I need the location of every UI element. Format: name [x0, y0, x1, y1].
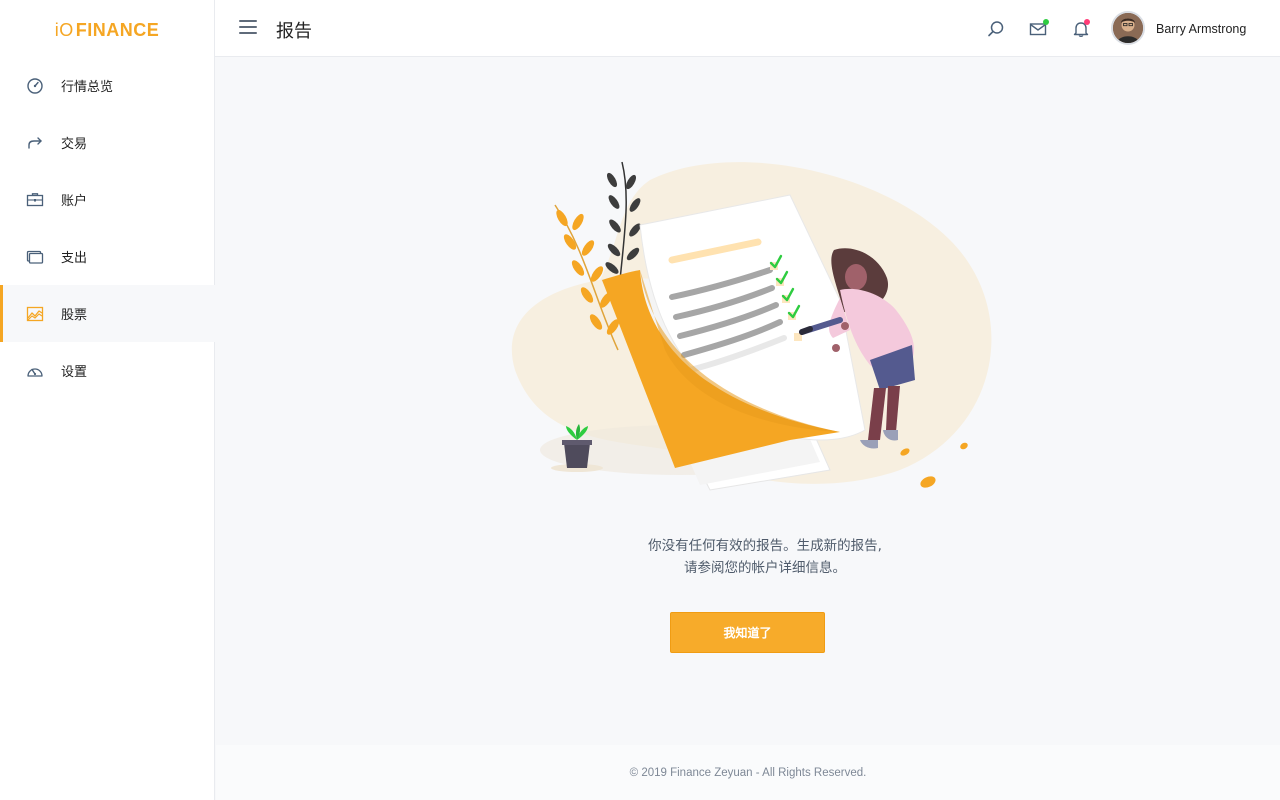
sidebar-item-label: 账户 [61, 194, 88, 209]
brand-logo[interactable]: iO FINANCE [0, 0, 214, 60]
speedometer-icon [25, 361, 45, 381]
hamburger-icon [239, 20, 257, 22]
brand-name: FINANCE [75, 19, 160, 40]
mail-icon[interactable] [1029, 19, 1049, 38]
hamburger-line [239, 32, 257, 34]
sidebar-item-expenses[interactable]: 支出 [0, 228, 215, 285]
sidebar-item-account[interactable]: 账户 [0, 171, 215, 228]
avatar[interactable] [1111, 11, 1145, 45]
sidebar-item-label: 交易 [61, 137, 88, 152]
sidebar: iO FINANCE 行情总览 交易 账户 支出 股票 设置 [0, 0, 215, 800]
empty-state-message: 你没有任何有效的报告。生成新的报告, 请参阅您的帐户详细信息。 [555, 535, 975, 579]
sidebar-item-overview[interactable]: 行情总览 [0, 57, 215, 114]
gauge-icon [25, 76, 45, 96]
chart-area-icon [25, 304, 45, 324]
empty-report-illustration [511, 161, 992, 491]
user-name[interactable]: Barry Armstrong [1156, 22, 1246, 36]
copyright-text: © 2019 Finance Zeyuan - All Rights Reser… [629, 766, 867, 779]
empty-state-line1: 你没有任何有效的报告。生成新的报告, [648, 538, 882, 554]
menu-toggle-button[interactable] [239, 20, 257, 38]
brand-prefix: iO [54, 19, 74, 40]
briefcase-icon [25, 190, 45, 210]
hamburger-line [239, 26, 257, 28]
sidebar-item-stocks[interactable]: 股票 [0, 285, 215, 342]
sidebar-item-label: 股票 [61, 308, 88, 323]
got-it-button[interactable]: 我知道了 [670, 612, 825, 653]
sidebar-item-trade[interactable]: 交易 [0, 114, 215, 171]
wallet-icon [25, 247, 45, 267]
search-icon[interactable] [987, 20, 1005, 38]
share-arrow-icon [25, 133, 45, 153]
footer: © 2019 Finance Zeyuan - All Rights Reser… [216, 745, 1280, 800]
sidebar-item-label: 设置 [61, 365, 88, 380]
empty-state-line2: 请参阅您的帐户详细信息。 [684, 560, 846, 576]
mail-badge [1043, 19, 1049, 25]
sidebar-item-label: 行情总览 [61, 80, 114, 95]
sidebar-item-label: 支出 [61, 251, 88, 266]
page-title: 报告 [276, 21, 312, 42]
notification-badge [1084, 19, 1090, 25]
bell-icon[interactable] [1072, 19, 1090, 38]
sidebar-item-settings[interactable]: 设置 [0, 342, 215, 399]
top-header: 报告 Barry Armstrong [215, 0, 1280, 57]
